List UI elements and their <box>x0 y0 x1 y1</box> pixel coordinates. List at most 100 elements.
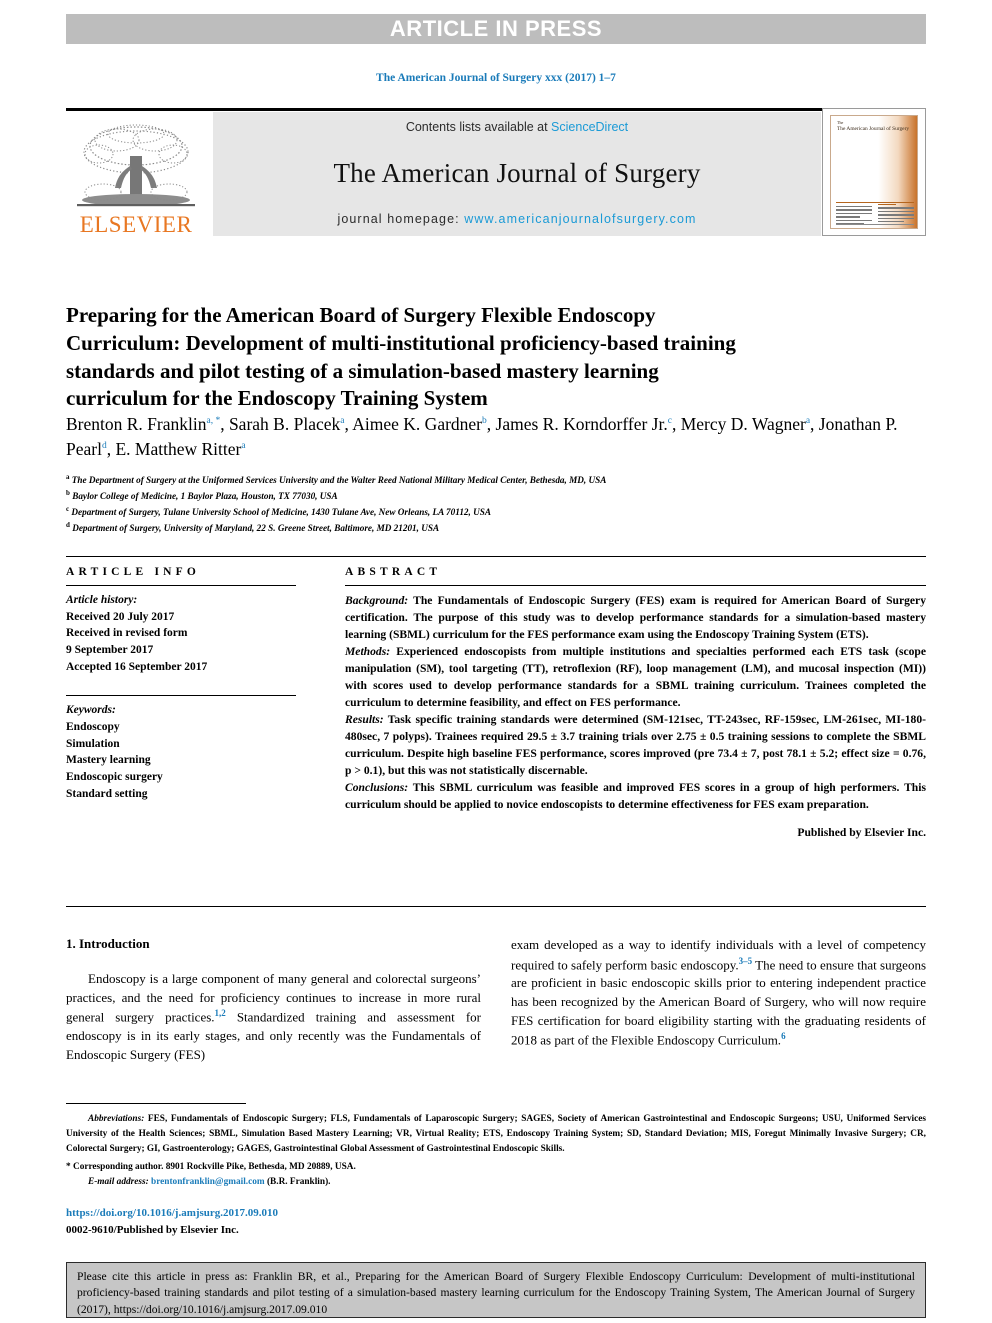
journal-cover-inner: The The American Journal of Surgery <box>830 115 918 229</box>
corresponding-author-note: * Corresponding author. 8901 Rockville P… <box>66 1160 926 1175</box>
email-address-label: E-mail address: <box>88 1177 149 1188</box>
author-affil-mark: a <box>805 416 811 427</box>
cover-rule-bottom <box>836 224 914 225</box>
article-history-block: Article history: Received 20 July 2017 R… <box>66 592 296 675</box>
abstract-results-text: Task specific training standards were de… <box>345 713 926 778</box>
cover-text-lines-right <box>878 204 914 224</box>
citation-ref[interactable]: 3–5 <box>739 956 753 966</box>
abstract-results-label: Results: <box>345 713 384 727</box>
keyword-item: Simulation <box>66 737 120 750</box>
author-affil-mark: c <box>667 416 672 427</box>
affiliation-mark: c <box>66 504 70 513</box>
elsevier-wordmark: ELSEVIER <box>79 212 193 237</box>
author-affil-mark: a <box>241 441 246 452</box>
abstract-body: Background: The Fundamentals of Endoscop… <box>345 592 926 841</box>
article-info-heading: ARTICLE INFO <box>66 566 201 578</box>
journal-homepage-url[interactable]: www.americanjournalofsurgery.com <box>464 212 696 226</box>
abstract-methods: Methods: Experienced endoscopists from m… <box>345 643 926 711</box>
abstract-background: Background: The Fundamentals of Endoscop… <box>345 592 926 643</box>
journal-title: The American Journal of Surgery <box>333 157 701 188</box>
journal-cover-title: The The American Journal of Surgery <box>837 120 911 132</box>
keywords-rule <box>66 695 296 697</box>
journal-masthead: ELSEVIER Contents lists available at Sci… <box>66 108 926 236</box>
abstract-results: Results: Task specific training standard… <box>345 711 926 779</box>
journal-cover-title-main: The American Journal of Surgery <box>837 125 910 132</box>
article-in-press-banner: ARTICLE IN PRESS <box>66 14 926 44</box>
affiliation-item: c Department of Surgery, Tulane Universi… <box>66 504 926 520</box>
author-name: E. Matthew Ritter <box>115 438 242 459</box>
author-affil-mark: a <box>340 416 345 427</box>
article-history-line: Accepted 16 September 2017 <box>66 660 208 673</box>
abstract-section-bottom-rule <box>66 906 926 907</box>
email-link[interactable]: brentonfranklin@gmail.com <box>151 1177 265 1187</box>
abbreviations-label: Abbreviations: <box>88 1114 145 1124</box>
author-name: Mercy D. Wagner <box>680 414 806 434</box>
issn-line: 0002-9610/Published by Elsevier Inc. <box>66 1223 239 1236</box>
abstract-conclusions-text: This SBML curriculum was feasible and im… <box>345 781 926 812</box>
abstract-column: ABSTRACT Background: The Fundamentals of… <box>345 566 926 841</box>
body-left-column: 1. Introduction Endoscopy is a large com… <box>66 936 481 1064</box>
keyword-item: Endoscopic surgery <box>66 771 163 784</box>
author-list: Brenton R. Franklina, *, Sarah B. Placek… <box>66 414 898 459</box>
keyword-item: Standard setting <box>66 787 148 800</box>
masthead-top-rule <box>66 108 926 111</box>
elsevier-logo: ELSEVIER <box>66 112 206 236</box>
citation-ref[interactable]: 6 <box>781 1031 786 1041</box>
introduction-paragraph-right: exam developed as a way to identify indi… <box>511 936 926 1050</box>
journal-homepage-prefix: journal homepage: <box>337 212 465 226</box>
abstract-methods-label: Methods: <box>345 645 391 659</box>
corresponding-author-text: Corresponding author. 8901 Rockville Pik… <box>72 1162 356 1173</box>
citation-ref[interactable]: 1,2 <box>215 1008 226 1018</box>
abstract-published-by: Published by Elsevier Inc. <box>797 826 926 840</box>
footnotes-block: Abbreviations: FES, Fundamentals of Endo… <box>66 1112 926 1190</box>
email-note: E-mail address: brentonfranklin@gmail.co… <box>66 1175 926 1190</box>
asterisk-icon: * <box>66 1162 71 1173</box>
author-name: Sarah B. Placek <box>228 414 341 434</box>
affiliation-text: Department of Surgery, Tulane University… <box>71 507 491 517</box>
body-right-column: exam developed as a way to identify indi… <box>511 936 926 1050</box>
footnote-rule <box>66 1103 246 1104</box>
affiliation-text: Department of Surgery, University of Mar… <box>72 522 440 533</box>
elsevier-tree-icon <box>77 124 195 207</box>
author-name: Aimee K. Gardner <box>352 414 483 434</box>
sciencedirect-link[interactable]: ScienceDirect <box>551 120 628 134</box>
abbreviations-text: FES, Fundamentals of Endoscopic Surgery;… <box>66 1114 926 1155</box>
abstract-heading: ABSTRACT <box>345 566 442 578</box>
article-info-spacer <box>66 675 296 691</box>
affiliation-mark: b <box>66 488 70 497</box>
article-history-line: Received 20 July 2017 <box>66 610 175 623</box>
abstract-background-label: Background: <box>345 594 409 607</box>
email-suffix: (B.R. Franklin). <box>264 1177 331 1188</box>
keyword-item: Endoscopy <box>66 721 120 734</box>
article-page: ARTICLE IN PRESS The American Journal of… <box>0 0 992 1323</box>
keywords-block: Keywords: Endoscopy Simulation Mastery l… <box>66 702 296 802</box>
journal-cover-thumbnail: The The American Journal of Surgery <box>822 108 926 236</box>
affiliation-mark: a <box>66 473 70 481</box>
abstract-methods-text: Experienced endoscopists from multiple i… <box>345 645 926 710</box>
keywords-label: Keywords: <box>66 704 116 717</box>
author-affil-mark: d <box>101 441 107 452</box>
affiliation-mark: d <box>66 520 70 529</box>
keyword-item: Mastery learning <box>66 754 151 767</box>
journal-reference-line: The American Journal of Surgery xxx (201… <box>376 72 616 84</box>
abstract-conclusions: Conclusions: This SBML curriculum was fe… <box>345 779 926 813</box>
author-affil-mark: b <box>482 416 487 427</box>
article-history-line: 9 September 2017 <box>66 644 154 657</box>
author-name: James R. Korndorffer Jr. <box>495 414 668 434</box>
article-info-rule <box>66 585 296 586</box>
affiliation-item: d Department of Surgery, University of M… <box>66 520 926 536</box>
affiliation-text: Baylor College of Medicine, 1 Baylor Pla… <box>72 491 338 502</box>
abstract-section-top-rule <box>66 556 926 557</box>
affiliation-item: a The Department of Surgery at the Unifo… <box>66 472 926 488</box>
contents-panel: Contents lists available at ScienceDirec… <box>213 112 821 236</box>
introduction-heading: 1. Introduction <box>66 936 150 951</box>
introduction-paragraph-left: Endoscopy is a large component of many g… <box>66 970 481 1064</box>
cover-rule-top <box>836 202 914 203</box>
article-in-press-label: ARTICLE IN PRESS <box>389 16 603 41</box>
affiliation-list: a The Department of Surgery at the Unifo… <box>66 472 926 536</box>
author-name: Brenton R. Franklin <box>66 414 207 434</box>
page-title: Preparing for the American Board of Surg… <box>66 303 736 411</box>
abstract-background-text: The Fundamentals of Endoscopic Surgery (… <box>345 594 926 642</box>
doi-link[interactable]: https://doi.org/10.1016/j.amjsurg.2017.0… <box>66 1205 278 1222</box>
article-history-label: Article history: <box>66 594 138 606</box>
